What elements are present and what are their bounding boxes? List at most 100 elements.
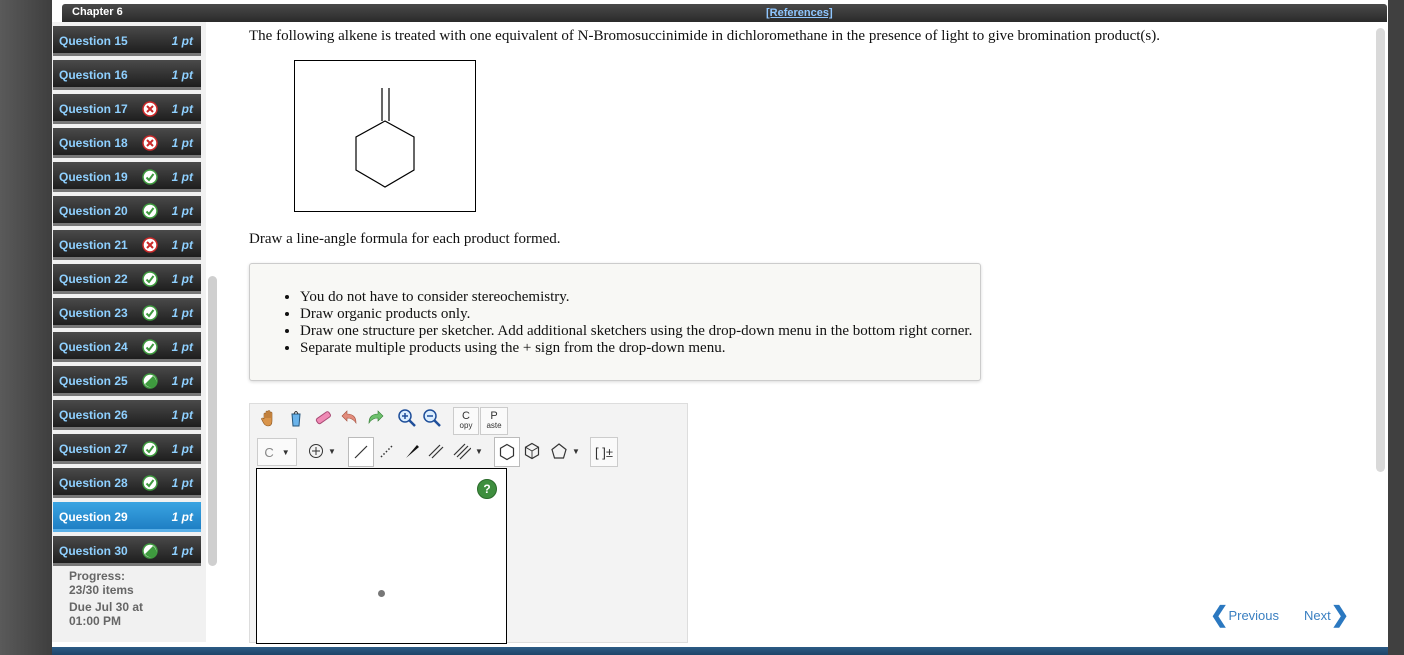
- double-bond-tool[interactable]: [424, 437, 448, 465]
- x-circle-icon: [142, 101, 158, 117]
- copy-button[interactable]: C opy: [453, 407, 479, 435]
- undo-icon[interactable]: [339, 406, 361, 430]
- sidebar-question-item[interactable]: Question 29 1 pt: [53, 502, 201, 532]
- question-points: 1 pt: [171, 136, 193, 150]
- sidebar-question-item[interactable]: Question 20 1 pt: [53, 196, 201, 226]
- x-circle-icon: [142, 135, 158, 151]
- hexagon-icon: [499, 443, 515, 461]
- question-points: 1 pt: [171, 510, 193, 524]
- question-label: Question 27: [59, 442, 128, 456]
- eraser-icon[interactable]: [312, 406, 334, 430]
- paste-button-letter: P: [490, 410, 498, 422]
- check-circle-icon: [142, 475, 158, 491]
- question-points: 1 pt: [171, 272, 193, 286]
- hand-icon[interactable]: [258, 406, 280, 430]
- chair-ring-tool[interactable]: [520, 437, 544, 465]
- atom-selector[interactable]: C ▼: [257, 438, 297, 466]
- question-label: Question 21: [59, 238, 128, 252]
- question-label: Question 16: [59, 68, 128, 82]
- main-scrollbar[interactable]: [1376, 28, 1385, 472]
- next-label: Next: [1304, 607, 1331, 623]
- paste-button-rest: aste: [486, 421, 502, 430]
- sidebar-question-item[interactable]: Question 15 1 pt: [53, 26, 201, 56]
- sidebar-question-item[interactable]: Question 24 1 pt: [53, 332, 201, 362]
- previous-button[interactable]: ❮ Previous: [1210, 602, 1280, 627]
- chapter-title: Chapter 6: [72, 6, 123, 18]
- hashed-bond-tool[interactable]: [375, 437, 399, 465]
- question-points: 1 pt: [171, 544, 193, 558]
- zoom-out-icon[interactable]: [421, 406, 443, 430]
- atom-selector-value: C: [264, 444, 274, 460]
- charge-selector[interactable]: ▼: [302, 438, 342, 464]
- question-points: 1 pt: [171, 204, 193, 218]
- x-circle-icon: [142, 237, 158, 253]
- instruction-item: Draw organic products only.: [300, 306, 972, 323]
- question-points: 1 pt: [171, 340, 193, 354]
- question-label: Question 30: [59, 544, 128, 558]
- question-label: Question 17: [59, 102, 128, 116]
- methylenecyclohexane-structure: [355, 88, 415, 188]
- partial-circle-icon: [142, 373, 158, 389]
- double-bond-icon: [428, 444, 444, 459]
- question-label: Question 19: [59, 170, 128, 184]
- chevron-down-icon: ▼: [475, 446, 483, 456]
- sidebar-question-item[interactable]: Question 25 1 pt: [53, 366, 201, 396]
- chevron-left-icon: ❮: [1210, 602, 1229, 627]
- triple-bond-selector[interactable]: ▼: [449, 437, 487, 465]
- sidebar-question-item[interactable]: Question 21 1 pt: [53, 230, 201, 260]
- pentagon-icon: [551, 443, 567, 459]
- check-circle-icon: [142, 169, 158, 185]
- ring-selector[interactable]: ▼: [546, 437, 584, 465]
- paste-button[interactable]: P aste: [480, 407, 508, 435]
- question-label: Question 20: [59, 204, 128, 218]
- wedge-bond-tool[interactable]: [400, 437, 424, 465]
- next-button[interactable]: Next ❯: [1304, 602, 1350, 627]
- clear-bucket-icon[interactable]: [285, 406, 307, 430]
- single-bond-tool[interactable]: [348, 437, 374, 467]
- sidebar-question-item[interactable]: Question 30 1 pt: [53, 536, 201, 566]
- check-circle-icon: [142, 203, 158, 219]
- sidebar-question-item[interactable]: Question 26 1 pt: [53, 400, 201, 430]
- question-points: 1 pt: [171, 442, 193, 456]
- question-points: 1 pt: [171, 34, 193, 48]
- bottom-bar: [52, 647, 1388, 655]
- sidebar-scrollbar[interactable]: [208, 276, 217, 566]
- question-prompt: The following alkene is treated with one…: [249, 28, 1161, 44]
- chevron-right-icon: ❯: [1330, 602, 1350, 627]
- question-label: Question 26: [59, 408, 128, 422]
- question-points: 1 pt: [171, 68, 193, 82]
- question-label: Question 25: [59, 374, 128, 388]
- sidebar-question-item[interactable]: Question 16 1 pt: [53, 60, 201, 90]
- question-label: Question 18: [59, 136, 128, 150]
- redo-icon[interactable]: [364, 406, 386, 430]
- previous-label: Previous: [1228, 607, 1280, 623]
- partial-circle-icon: [142, 543, 158, 559]
- hashed-bond-icon: [380, 444, 394, 458]
- bracket-tool[interactable]: [ ]±: [590, 437, 618, 467]
- due-date-line1: Due Jul 30 at: [69, 600, 144, 614]
- sidebar-question-item[interactable]: Question 27 1 pt: [53, 434, 201, 464]
- question-label: Question 29: [59, 510, 128, 524]
- draw-instruction: Draw a line-angle formula for each produ…: [249, 231, 561, 247]
- references-link[interactable]: [References]: [766, 7, 833, 19]
- question-points: 1 pt: [171, 238, 193, 252]
- sidebar-question-item[interactable]: Question 19 1 pt: [53, 162, 201, 192]
- sketch-canvas[interactable]: [256, 468, 507, 644]
- sidebar-question-item[interactable]: Question 22 1 pt: [53, 264, 201, 294]
- benzene-ring-tool[interactable]: [494, 437, 520, 467]
- sidebar-question-item[interactable]: Question 28 1 pt: [53, 468, 201, 498]
- chevron-down-icon: ▼: [328, 446, 336, 456]
- sidebar-question-item[interactable]: Question 23 1 pt: [53, 298, 201, 328]
- copy-button-letter: C: [462, 410, 470, 422]
- instruction-list: You do not have to consider stereochemis…: [250, 289, 972, 357]
- chevron-down-icon: ▼: [572, 446, 580, 456]
- help-button[interactable]: ?: [477, 479, 497, 499]
- single-bond-icon: [354, 445, 368, 459]
- instruction-item: You do not have to consider stereochemis…: [300, 289, 972, 306]
- add-charge-icon: [309, 444, 324, 458]
- question-points: 1 pt: [171, 170, 193, 184]
- sidebar-question-item[interactable]: Question 17 1 pt: [53, 94, 201, 124]
- triple-bond-icon: [453, 443, 472, 460]
- sidebar-question-item[interactable]: Question 18 1 pt: [53, 128, 201, 158]
- zoom-in-icon[interactable]: [396, 406, 418, 430]
